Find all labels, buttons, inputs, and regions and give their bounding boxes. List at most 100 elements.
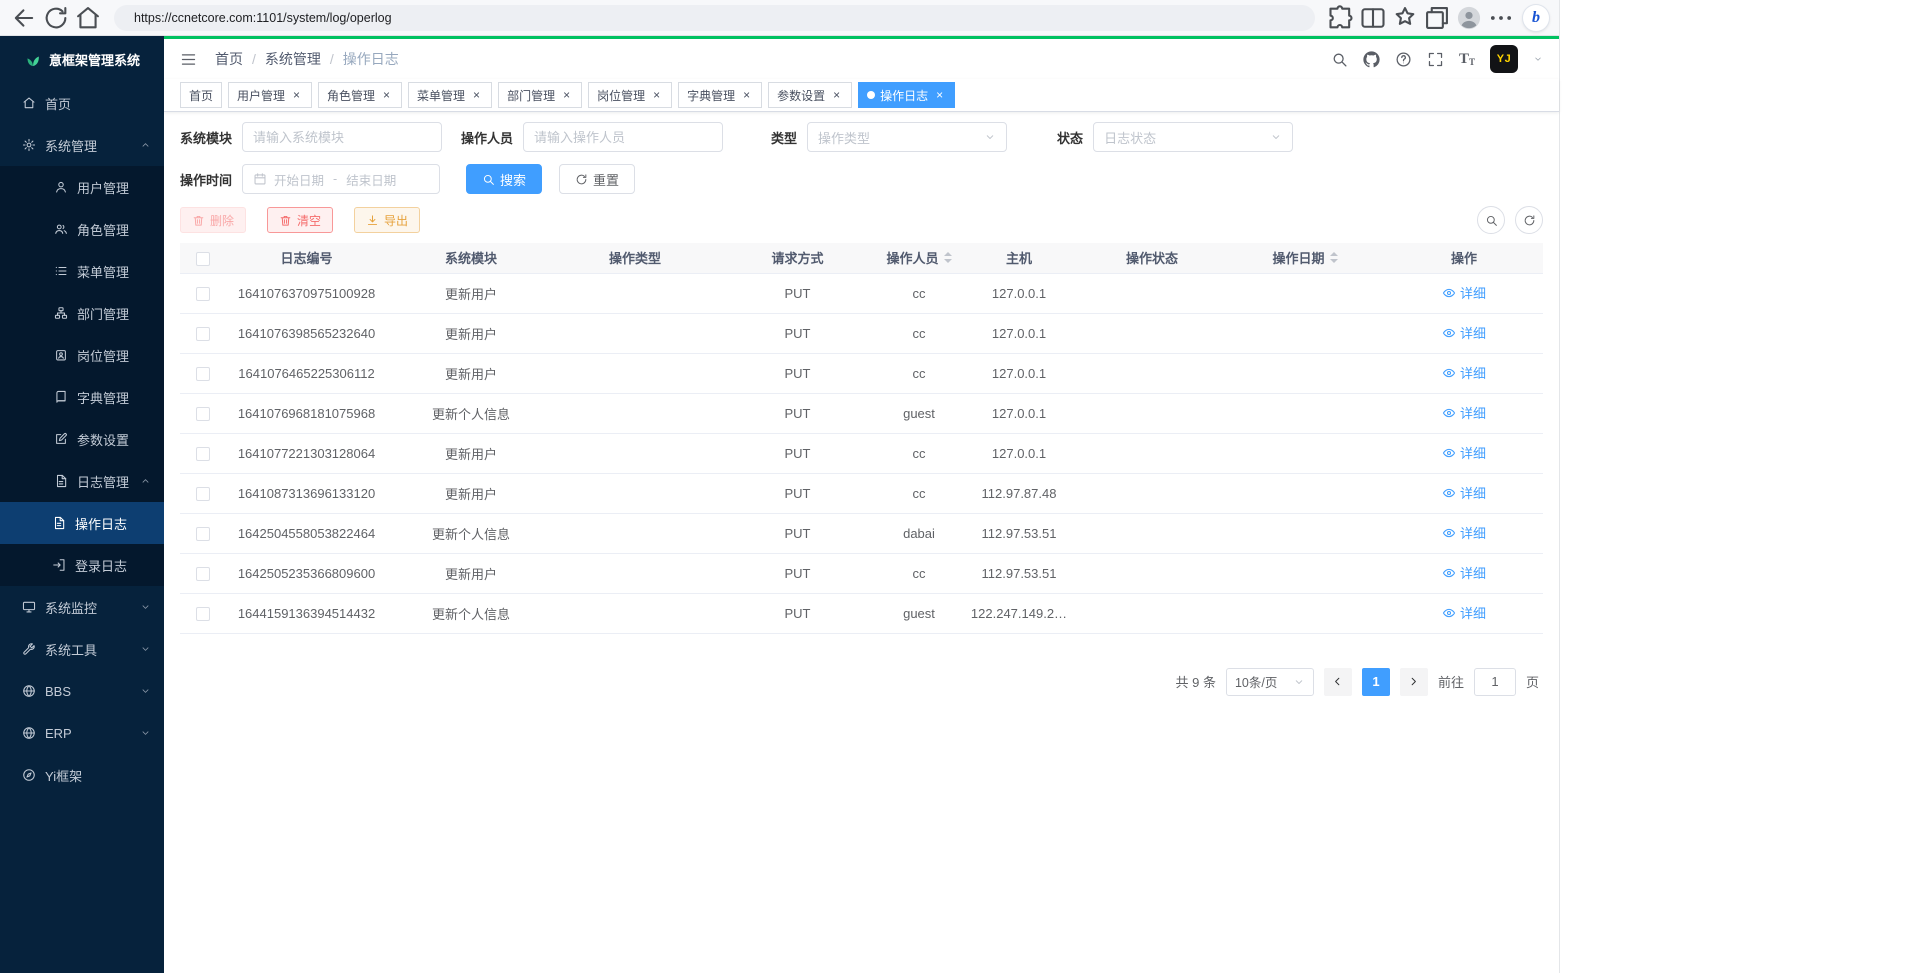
- search-button[interactable]: 搜索: [466, 164, 542, 194]
- row-checkbox[interactable]: [196, 287, 210, 301]
- sidebar-item-user[interactable]: 用户管理: [0, 166, 164, 208]
- goto-page-input[interactable]: [1474, 668, 1516, 696]
- tab-close-icon[interactable]: ×: [470, 89, 483, 102]
- sidebar-item-dept[interactable]: 部门管理: [0, 292, 164, 334]
- fullscreen-icon[interactable]: [1427, 51, 1444, 68]
- sort-caret[interactable]: [1330, 252, 1338, 263]
- sidebar-item-home[interactable]: 首页: [0, 82, 164, 124]
- sidebar-item-operlog[interactable]: 操作日志: [0, 502, 164, 544]
- cell-date: [1225, 393, 1385, 433]
- address-bar[interactable]: https://ccnetcore.com:1101/system/log/op…: [114, 5, 1315, 31]
- detail-link[interactable]: 详细: [1442, 443, 1486, 462]
- tab-close-icon[interactable]: ×: [290, 89, 303, 102]
- github-icon: [1363, 51, 1380, 68]
- refresh-table-button[interactable]: [1515, 206, 1543, 234]
- status-filter: 状态 日志状态: [1057, 122, 1293, 152]
- operator-input[interactable]: [523, 122, 723, 152]
- tab-close-icon[interactable]: ×: [933, 89, 946, 102]
- row-checkbox[interactable]: [196, 367, 210, 381]
- breadcrumb-item[interactable]: 系统管理: [265, 49, 321, 69]
- sidebar-item-config[interactable]: 参数设置: [0, 418, 164, 460]
- row-checkbox[interactable]: [196, 527, 210, 541]
- browser-reload-icon[interactable]: [42, 4, 70, 32]
- page-size-select[interactable]: 10条/页: [1226, 668, 1314, 696]
- sidebar-item-label: BBS: [45, 684, 71, 699]
- header-search-icon[interactable]: [1331, 51, 1348, 68]
- row-checkbox[interactable]: [196, 407, 210, 421]
- tab-close-icon[interactable]: ×: [380, 89, 393, 102]
- browser-profile-avatar[interactable]: [1455, 4, 1483, 32]
- font-size-icon[interactable]: TT: [1459, 52, 1475, 67]
- collapse-sidebar-icon[interactable]: [180, 51, 197, 68]
- page-1-button[interactable]: 1: [1362, 668, 1390, 696]
- module-input[interactable]: [242, 122, 442, 152]
- delete-button[interactable]: 删除: [180, 207, 246, 233]
- sidebar-item-tool[interactable]: 系统工具: [0, 628, 164, 670]
- detail-link[interactable]: 详细: [1442, 363, 1486, 382]
- sidebar-item-menu[interactable]: 菜单管理: [0, 250, 164, 292]
- help-icon[interactable]: [1395, 51, 1412, 68]
- toggle-search-button[interactable]: [1477, 206, 1505, 234]
- tab-user[interactable]: 用户管理×: [228, 82, 312, 108]
- extensions-icon[interactable]: [1327, 4, 1355, 32]
- detail-link[interactable]: 详细: [1442, 563, 1486, 582]
- tab-operlog[interactable]: 操作日志×: [858, 82, 955, 108]
- date-range-input[interactable]: 开始日期 - 结束日期: [242, 164, 440, 194]
- tab-menu[interactable]: 菜单管理×: [408, 82, 492, 108]
- sidebar-item-dict[interactable]: 字典管理: [0, 376, 164, 418]
- sidebar-item-yi[interactable]: Yi框架: [0, 754, 164, 796]
- tab-role[interactable]: 角色管理×: [318, 82, 402, 108]
- user-avatar[interactable]: YJ: [1490, 45, 1518, 73]
- sidebar-item-erp[interactable]: ERP: [0, 712, 164, 754]
- url-text[interactable]: https://ccnetcore.com:1101/system/log/op…: [134, 11, 1271, 25]
- sort-caret[interactable]: [944, 252, 952, 263]
- tab-config[interactable]: 参数设置×: [768, 82, 852, 108]
- collections-icon[interactable]: [1423, 4, 1451, 32]
- detail-link[interactable]: 详细: [1442, 523, 1486, 542]
- detail-link[interactable]: 详细: [1442, 483, 1486, 502]
- favorites-icon[interactable]: [1391, 4, 1419, 32]
- type-select[interactable]: 操作类型: [807, 122, 1007, 152]
- detail-link[interactable]: 详细: [1442, 603, 1486, 622]
- sidebar-item-label: ERP: [45, 726, 72, 741]
- detail-link[interactable]: 详细: [1442, 283, 1486, 302]
- row-checkbox[interactable]: [196, 567, 210, 581]
- bing-sidebar-icon[interactable]: b: [1523, 5, 1549, 31]
- browser-home-icon[interactable]: [74, 4, 102, 32]
- sidebar-item-bbs[interactable]: BBS: [0, 670, 164, 712]
- github-icon[interactable]: [1363, 51, 1380, 68]
- prev-page-button[interactable]: [1324, 668, 1352, 696]
- browser-back-icon[interactable]: [10, 4, 38, 32]
- sidebar-item-loginlog[interactable]: 登录日志: [0, 544, 164, 586]
- tab-close-icon[interactable]: ×: [560, 89, 573, 102]
- browser-menu-icon[interactable]: [1487, 4, 1515, 32]
- export-button[interactable]: 导出: [354, 207, 420, 233]
- sidebar-item-monitor[interactable]: 系统监控: [0, 586, 164, 628]
- row-checkbox[interactable]: [196, 487, 210, 501]
- detail-link[interactable]: 详细: [1442, 403, 1486, 422]
- reset-button[interactable]: 重置: [559, 164, 635, 194]
- sidebar-item-system[interactable]: 系统管理: [0, 124, 164, 166]
- tab-close-icon[interactable]: ×: [740, 89, 753, 102]
- tab-home[interactable]: 首页: [180, 82, 222, 108]
- sidebar-item-role[interactable]: 角色管理: [0, 208, 164, 250]
- desktop: https://ccnetcore.com:1101/system/log/op…: [0, 0, 1920, 973]
- next-page-button[interactable]: [1400, 668, 1428, 696]
- status-select[interactable]: 日志状态: [1093, 122, 1293, 152]
- clear-button[interactable]: 清空: [267, 207, 333, 233]
- tab-close-icon[interactable]: ×: [830, 89, 843, 102]
- tab-dept[interactable]: 部门管理×: [498, 82, 582, 108]
- detail-link[interactable]: 详细: [1442, 323, 1486, 342]
- tab-post[interactable]: 岗位管理×: [588, 82, 672, 108]
- breadcrumb-item[interactable]: 首页: [215, 49, 243, 69]
- row-checkbox[interactable]: [196, 327, 210, 341]
- tab-close-icon[interactable]: ×: [650, 89, 663, 102]
- avatar-caret-icon[interactable]: [1533, 54, 1543, 64]
- tab-dict[interactable]: 字典管理×: [678, 82, 762, 108]
- row-checkbox[interactable]: [196, 447, 210, 461]
- sidebar-item-log[interactable]: 日志管理: [0, 460, 164, 502]
- select-all-checkbox[interactable]: [196, 252, 210, 266]
- row-checkbox[interactable]: [196, 607, 210, 621]
- sidebar-item-post[interactable]: 岗位管理: [0, 334, 164, 376]
- split-screen-icon[interactable]: [1359, 4, 1387, 32]
